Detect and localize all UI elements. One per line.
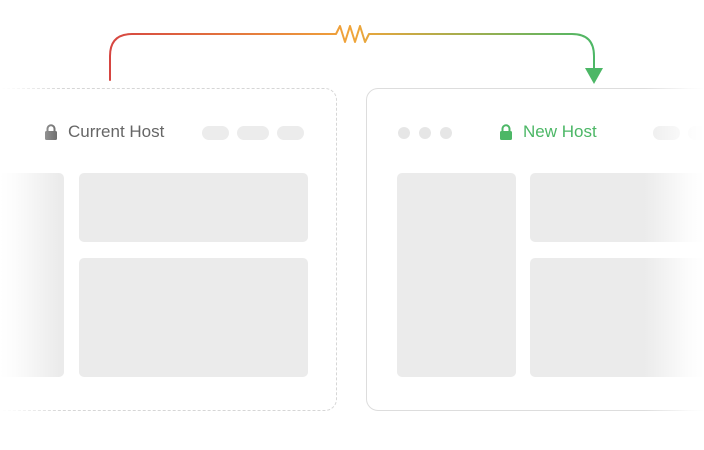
current-host-text: Current Host xyxy=(68,122,165,141)
new-host-text: New Host xyxy=(523,122,597,141)
arrow-head-icon xyxy=(585,68,603,84)
new-host-label: New Host xyxy=(499,122,597,142)
window-dot xyxy=(419,127,431,139)
window-dot xyxy=(398,127,410,139)
toolbar-pill xyxy=(202,126,229,140)
window-controls xyxy=(398,127,452,139)
migration-diagram: Current Host New Host xyxy=(0,0,704,450)
lock-icon xyxy=(500,124,512,140)
current-host-content-placeholder xyxy=(79,258,308,377)
left-edge-fade xyxy=(0,0,60,450)
current-host-label: Current Host xyxy=(44,122,164,142)
new-host-sidebar-placeholder xyxy=(397,173,516,377)
toolbar-pill xyxy=(277,126,304,140)
toolbar-pill xyxy=(237,126,269,140)
current-host-toolbar-pills xyxy=(202,126,304,140)
window-dot xyxy=(440,127,452,139)
right-edge-fade xyxy=(644,0,704,450)
current-host-header-placeholder xyxy=(79,173,308,242)
connector-path xyxy=(109,25,595,81)
